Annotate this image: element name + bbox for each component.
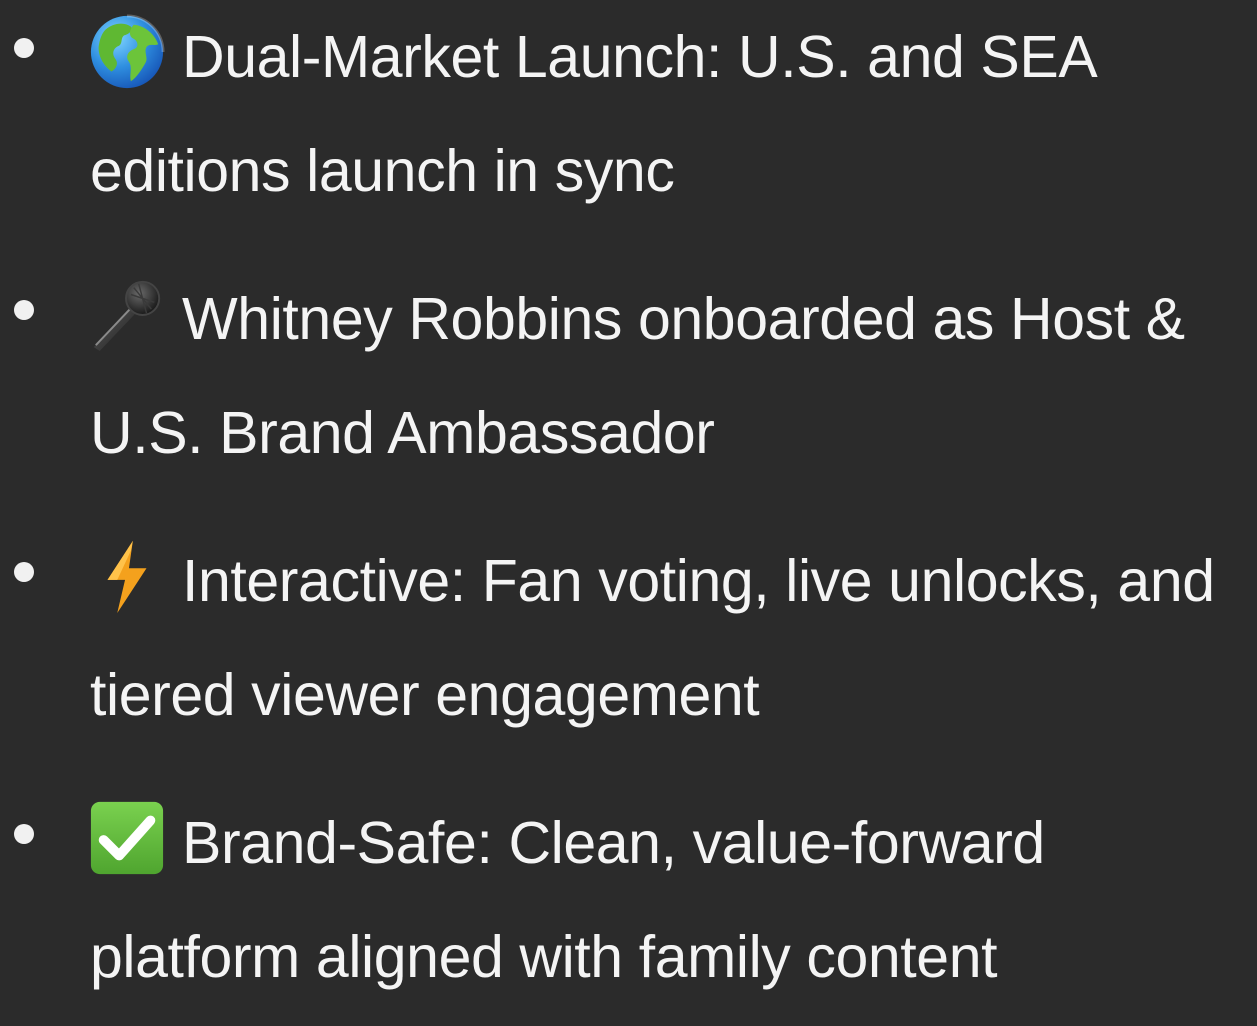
- list-item: Whitney Robbins onboarded as Host & U.S.…: [0, 262, 1257, 502]
- list-item-text: Interactive: Fan voting, live unlocks, a…: [90, 548, 1215, 728]
- list-item-text: Dual-Market Launch: U.S. and SEA edition…: [90, 24, 1095, 204]
- list-item: Interactive: Fan voting, live unlocks, a…: [0, 524, 1257, 764]
- list-item: Brand-Safe: Clean, value-forward platfor…: [0, 786, 1257, 1026]
- list-item: Dual-Market Launch: U.S. and SEA edition…: [0, 0, 1257, 240]
- list-item-text: Brand-Safe: Clean, value-forward platfor…: [90, 810, 1045, 990]
- bullet-dot: [14, 300, 34, 320]
- bullet-dot: [14, 824, 34, 844]
- list-item-text: Whitney Robbins onboarded as Host & U.S.…: [90, 286, 1185, 466]
- bullet-dot: [14, 562, 34, 582]
- bullet-dot: [14, 38, 34, 58]
